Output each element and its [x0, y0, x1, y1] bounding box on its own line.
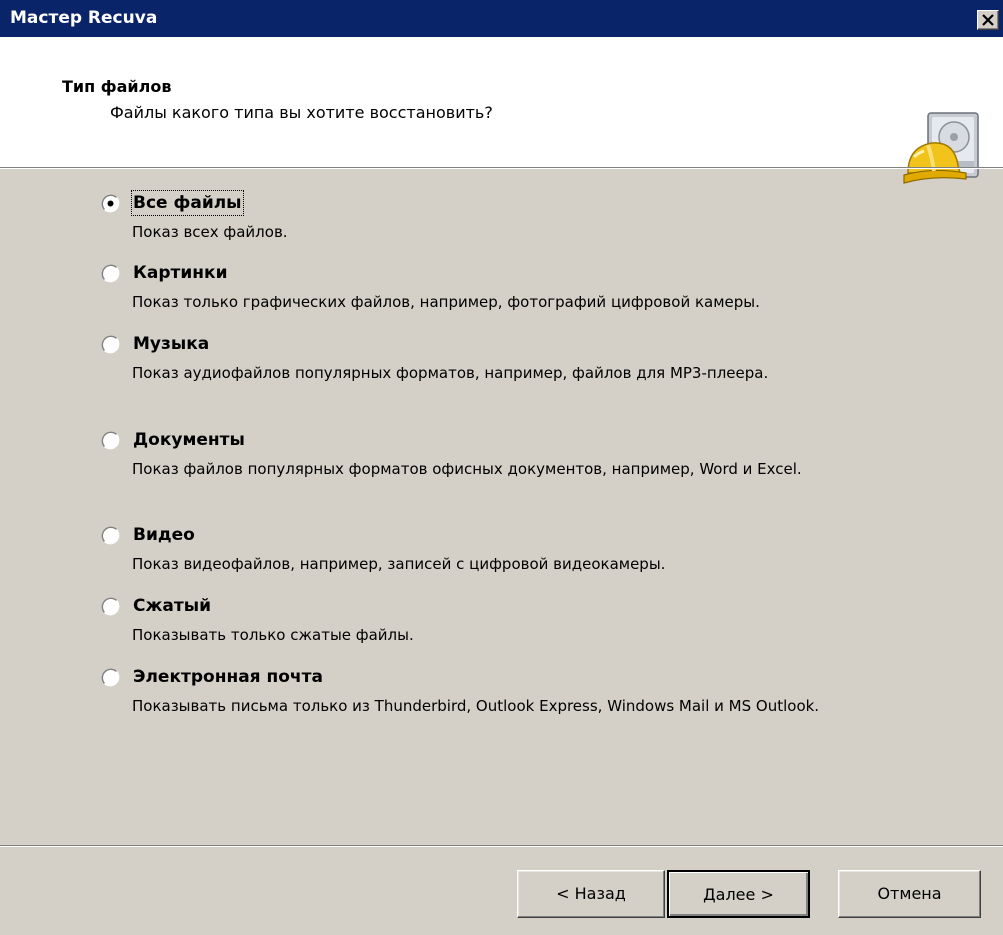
option-label[interactable]: Сжатый [133, 595, 211, 617]
radio-icon[interactable] [101, 264, 120, 283]
radio-icon[interactable] [101, 335, 120, 354]
radio-icon[interactable] [101, 194, 120, 213]
radio-icon[interactable] [101, 597, 120, 616]
close-icon [982, 14, 994, 26]
radio-icon[interactable] [101, 431, 120, 450]
option-description: Показ только графических файлов, наприме… [132, 293, 760, 311]
option-description: Показ всех файлов. [132, 223, 288, 241]
option-label[interactable]: Все файлы [131, 190, 244, 216]
option-description: Показ аудиофайлов популярных форматов, н… [132, 364, 769, 382]
option-label[interactable]: Картинки [133, 262, 228, 284]
radio-icon[interactable] [101, 526, 120, 545]
option-label[interactable]: Электронная почта [133, 666, 323, 688]
back-button[interactable]: < Назад [517, 870, 665, 918]
option-description: Показ файлов популярных форматов офисных… [132, 460, 802, 478]
wizard-header: Тип файлов Файлы какого типа вы хотите в… [0, 37, 1003, 184]
option-label[interactable]: Музыка [133, 333, 209, 355]
footer-divider [0, 845, 1003, 847]
recuva-wizard-window: Мастер Recuva Тип файлов Файлы какого ти… [0, 0, 1003, 935]
title-bar[interactable]: Мастер Recuva [0, 0, 1003, 37]
option-description: Показывать только сжатые файлы. [132, 626, 414, 644]
header-divider [0, 167, 1003, 169]
option-description: Показывать письма только из Thunderbird,… [132, 697, 820, 715]
option-label[interactable]: Документы [133, 429, 245, 451]
close-button[interactable] [977, 10, 999, 30]
radio-icon[interactable] [101, 668, 120, 687]
window-title: Мастер Recuva [10, 8, 158, 28]
file-type-options: Все файлы Показ всех файлов. Картинки По… [0, 170, 1003, 840]
option-label[interactable]: Видео [133, 524, 195, 546]
option-description: Показ видеофайлов, например, записей с ц… [132, 555, 666, 573]
page-subtitle: Файлы какого типа вы хотите восстановить… [110, 103, 493, 122]
cancel-button[interactable]: Отмена [838, 870, 981, 918]
next-button[interactable]: Далее > [667, 870, 810, 918]
page-title: Тип файлов [62, 77, 172, 96]
